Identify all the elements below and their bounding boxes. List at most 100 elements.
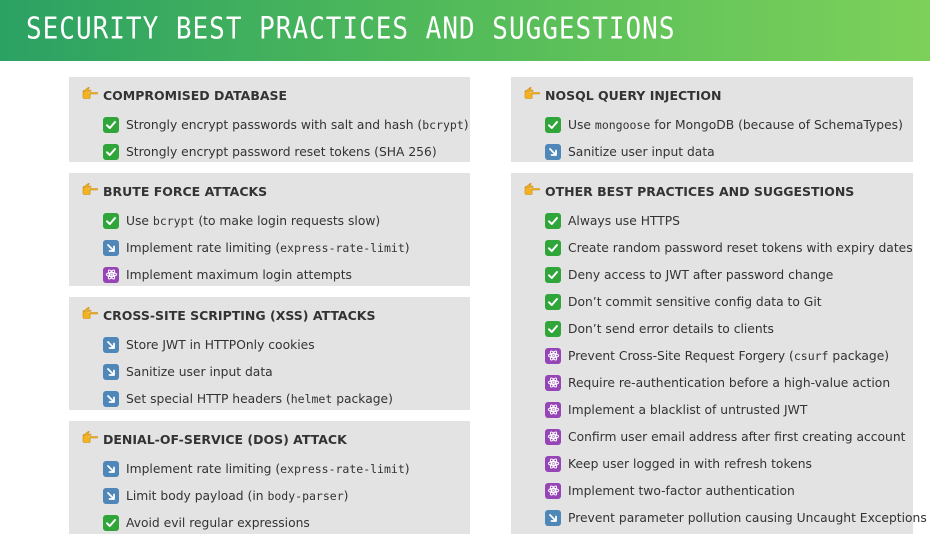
item-text: Set special HTTP headers (helmet package…: [126, 392, 393, 406]
text-run: Store JWT in HTTPOnly cookies: [126, 337, 315, 352]
item-text: Prevent parameter pollution causing Unca…: [568, 511, 927, 525]
text-run: Create random password reset tokens with…: [568, 240, 913, 255]
text-run: package): [828, 348, 890, 363]
pointing-hand-icon: [82, 183, 99, 195]
text-run: Avoid evil regular expressions: [126, 515, 310, 530]
code-snippet: body-parser: [267, 488, 344, 503]
text-run: ): [404, 461, 410, 476]
section-dos-attack: DENIAL-OF-SERVICE (DOS) ATTACK Implement…: [69, 421, 470, 534]
item-text: Don’t send error details to clients: [568, 322, 774, 336]
check-icon: [103, 143, 119, 160]
list-item: Sanitize user input data: [545, 138, 913, 165]
code-snippet: bcrypt: [422, 117, 464, 132]
text-run: Sanitize user input data: [568, 144, 715, 159]
check-icon: [103, 116, 119, 133]
text-run: Implement rate limiting (: [126, 240, 281, 255]
atom-icon: [103, 266, 119, 283]
page-title: SECURITY BEST PRACTICES AND SUGGESTIONS: [26, 12, 676, 47]
list-item: Implement rate limiting (express-rate-li…: [103, 455, 470, 482]
code-snippet: csurf: [793, 348, 829, 363]
text-run: Don’t commit sensitive config data to Gi…: [568, 294, 822, 309]
section-brute-force-attacks: BRUTE FORCE ATTACKS Use bcrypt (to make …: [69, 173, 470, 286]
text-run: Implement two-factor authentication: [568, 483, 795, 498]
list-item: Don’t commit sensitive config data to Gi…: [545, 288, 913, 315]
arrow-icon: [103, 239, 119, 256]
section-title: COMPROMISED DATABASE: [103, 87, 288, 103]
list-item: Implement two-factor authentication: [545, 477, 913, 504]
pointing-hand-icon: [524, 183, 541, 195]
item-text: Strongly encrypt passwords with salt and…: [126, 118, 469, 132]
list-item: Store JWT in HTTPOnly cookies: [103, 331, 470, 358]
check-icon: [545, 239, 561, 256]
check-icon: [545, 266, 561, 283]
text-run: Implement maximum login attempts: [126, 267, 352, 282]
item-list: Strongly encrypt passwords with salt and…: [103, 111, 470, 165]
text-run: Implement a blacklist of untrusted JWT: [568, 402, 808, 417]
list-item: Use bcrypt (to make login requests slow): [103, 207, 470, 234]
check-icon: [545, 320, 561, 337]
section-heading: NOSQL QUERY INJECTION: [524, 85, 913, 105]
list-item: Confirm user email address after first c…: [545, 423, 913, 450]
pointing-hand-icon: [82, 431, 99, 443]
item-text: Deny access to JWT after password change: [568, 268, 833, 282]
item-text: Store JWT in HTTPOnly cookies: [126, 338, 315, 352]
header-banner: SECURITY BEST PRACTICES AND SUGGESTIONS: [0, 0, 930, 61]
item-text: Sanitize user input data: [126, 365, 273, 379]
item-text: Use bcrypt (to make login requests slow): [126, 214, 380, 228]
section-heading: BRUTE FORCE ATTACKS: [82, 181, 470, 201]
section-heading: COMPROMISED DATABASE: [82, 85, 470, 105]
atom-icon: [545, 374, 561, 391]
code-snippet: helmet: [290, 391, 333, 406]
list-item: Create random password reset tokens with…: [545, 234, 913, 261]
code-snippet: bcrypt: [152, 213, 195, 228]
atom-icon: [545, 401, 561, 418]
section-nosql-query-injection: NOSQL QUERY INJECTION Use mongoose for M…: [511, 77, 913, 162]
text-run: Require re-authentication before a high-…: [568, 375, 891, 390]
list-item: Implement a blacklist of untrusted JWT: [545, 396, 913, 423]
section-title: OTHER BEST PRACTICES AND SUGGESTIONS: [545, 183, 855, 199]
code-snippet: express-rate-limit: [280, 461, 405, 476]
code-snippet: express-rate-limit: [280, 240, 405, 255]
list-item: Avoid evil regular expressions: [103, 509, 470, 536]
text-run: Strongly encrypt passwords with salt and…: [126, 117, 423, 132]
item-text: Limit body payload (in body-parser): [126, 489, 348, 503]
pointing-hand-icon: [524, 87, 541, 99]
section-title: DENIAL-OF-SERVICE (DOS) ATTACK: [103, 431, 347, 447]
item-text: Implement rate limiting (express-rate-li…: [126, 462, 410, 476]
check-icon: [545, 116, 561, 133]
list-item: Keep user logged in with refresh tokens: [545, 450, 913, 477]
arrow-icon: [545, 509, 561, 526]
text-run: Don’t send error details to clients: [568, 321, 774, 336]
text-run: Implement rate limiting (: [126, 461, 281, 476]
list-item: Limit body payload (in body-parser): [103, 482, 470, 509]
pointing-hand-icon: [82, 87, 99, 99]
item-text: Sanitize user input data: [568, 145, 715, 159]
text-run: Always use HTTPS: [568, 213, 680, 228]
item-list: Use mongoose for MongoDB (because of Sch…: [545, 111, 913, 165]
item-text: Strongly encrypt password reset tokens (…: [126, 145, 437, 159]
item-text: Implement a blacklist of untrusted JWT: [568, 403, 807, 417]
check-icon: [545, 293, 561, 310]
list-item: Use mongoose for MongoDB (because of Sch…: [545, 111, 913, 138]
text-run: Strongly encrypt password reset tokens (…: [126, 144, 437, 159]
item-text: Implement rate limiting (express-rate-li…: [126, 241, 410, 255]
arrow-icon: [103, 390, 119, 407]
item-list: Use bcrypt (to make login requests slow)…: [103, 207, 470, 288]
atom-icon: [545, 347, 561, 364]
text-run: Sanitize user input data: [126, 364, 273, 379]
list-item: Require re-authentication before a high-…: [545, 369, 913, 396]
section-title: BRUTE FORCE ATTACKS: [103, 183, 268, 199]
check-icon: [545, 212, 561, 229]
item-text: Keep user logged in with refresh tokens: [568, 457, 812, 471]
section-other-best-practices: OTHER BEST PRACTICES AND SUGGESTIONS Alw…: [511, 173, 927, 534]
list-item: Always use HTTPS: [545, 207, 913, 234]
list-item: Strongly encrypt password reset tokens (…: [103, 138, 470, 165]
arrow-icon: [103, 363, 119, 380]
text-run: Use: [568, 117, 595, 132]
text-run: Keep user logged in with refresh tokens: [568, 456, 812, 471]
text-run: Deny access to JWT after password change: [568, 267, 834, 282]
text-run: Set special HTTP headers (: [126, 391, 291, 406]
list-item: Implement maximum login attempts: [103, 261, 470, 288]
item-text: Require re-authentication before a high-…: [568, 376, 890, 390]
text-run: Prevent Cross-Site Request Forgery (: [568, 348, 794, 363]
